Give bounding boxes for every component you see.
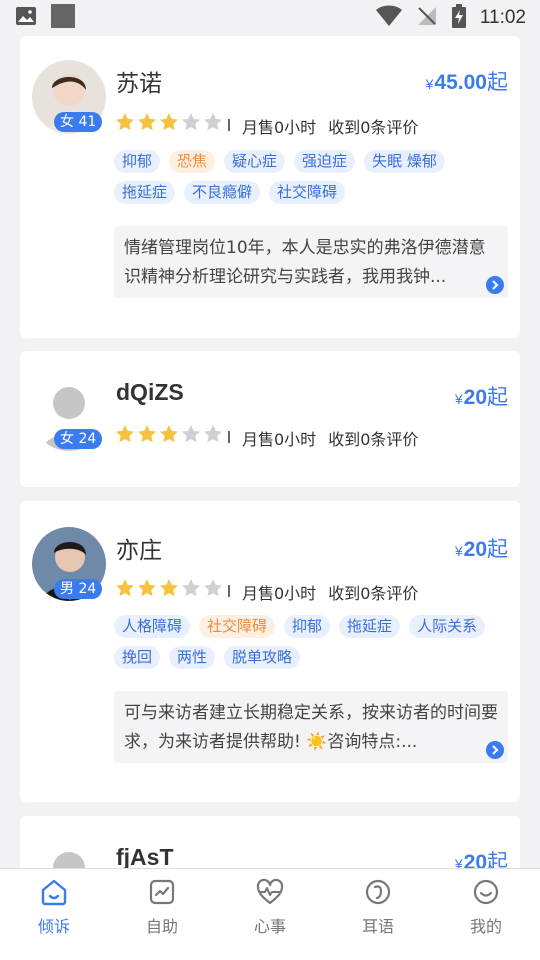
expand-icon[interactable]: [486, 741, 504, 759]
star-filled-icon: [116, 425, 134, 443]
nav-item-zizhu[interactable]: 自助: [108, 869, 216, 960]
star-filled-icon: [160, 113, 178, 131]
divider: [228, 119, 230, 131]
star-filled-icon: [116, 113, 134, 131]
price: ¥45.00起: [425, 71, 508, 94]
tag: 两性: [169, 646, 216, 669]
counselor-name: 亦庄: [116, 538, 162, 564]
home-icon: [39, 877, 69, 907]
battery-charging-icon: [451, 4, 466, 32]
counselor-card[interactable]: 男 24 亦庄 ¥20起 月售0小时 收到0条评价 人格障碍 社交障碍 抑郁 拖…: [20, 501, 520, 802]
intro-box[interactable]: 可与来访者建立长期稳定关系，按来访者的时间要求，为来访者提供帮助! ☀️咨询特点…: [114, 691, 508, 763]
star-filled-icon: [138, 113, 156, 131]
monthly-sales: 月售0小时: [242, 430, 317, 449]
ear-icon: [363, 877, 393, 907]
rating-stars: [115, 424, 223, 444]
price: ¥20起: [454, 538, 508, 561]
intro-box[interactable]: 情绪管理岗位10年，本人是忠实的弗洛伊德潜意识精神分析理论研究与实践者，我用我钟…: [114, 226, 508, 298]
stats: 月售0小时 收到0条评价: [242, 114, 418, 138]
nav-label: 心事: [253, 917, 286, 936]
tag: 社交障碍: [269, 181, 346, 204]
review-count: 收到0条评价: [328, 430, 419, 449]
tag: 挽回: [114, 646, 161, 669]
monthly-sales: 月售0小时: [242, 584, 317, 603]
star-filled-icon: [160, 425, 178, 443]
star-empty-icon: [204, 579, 222, 597]
gallery-icon: [14, 4, 38, 32]
tag-list: 人格障碍 社交障碍 抑郁 拖延症 人际关系 挽回 两性 脱单攻略: [114, 615, 494, 669]
nav-item-xinshi[interactable]: 心事: [216, 869, 324, 960]
divider: [228, 585, 230, 597]
tag: 社交障碍: [199, 615, 276, 638]
counselor-name: 苏诺: [116, 71, 162, 97]
counselor-name: fjAsT: [116, 844, 174, 870]
tag: 恐焦: [169, 150, 216, 173]
intro-text: 情绪管理岗位10年，本人是忠实的弗洛伊德潜意识精神分析理论研究与实践者，我用我钟…: [124, 238, 486, 287]
counselor-card[interactable]: 女 41 苏诺 ¥45.00起 月售0小时 收到0条评价 抑郁 恐焦 疑心症 强…: [20, 36, 520, 338]
stats: 月售0小时 收到0条评价: [242, 580, 418, 604]
bottom-nav: 倾诉 自助 心事 耳语 我的: [0, 868, 540, 960]
status-bar: 11:02: [0, 0, 540, 36]
clock: 11:02: [479, 7, 526, 28]
nav-label: 自助: [145, 917, 178, 936]
expand-icon[interactable]: [486, 276, 504, 294]
tag: 不良瘾僻: [184, 181, 261, 204]
tag: 拖延症: [114, 181, 176, 204]
nav-label: 我的: [469, 917, 502, 936]
star-filled-icon: [138, 579, 156, 597]
star-filled-icon: [116, 579, 134, 597]
star-empty-icon: [182, 113, 200, 131]
chart-icon: [147, 877, 177, 907]
tag-list: 抑郁 恐焦 疑心症 强迫症 失眠 燥郁 拖延症 不良瘾僻 社交障碍: [114, 150, 494, 204]
star-empty-icon: [182, 579, 200, 597]
divider: [228, 431, 230, 443]
intro-text: 可与来访者建立长期稳定关系，按来访者的时间要求，为来访者提供帮助! ☀️咨询特点…: [124, 703, 498, 752]
review-count: 收到0条评价: [328, 584, 419, 603]
nav-label: 耳语: [361, 917, 394, 936]
smile-icon: [471, 877, 501, 907]
monthly-sales: 月售0小时: [242, 118, 317, 137]
star-filled-icon: [138, 425, 156, 443]
tag: 疑心症: [224, 150, 286, 173]
heartbeat-icon: [255, 877, 285, 907]
tag: 失眠 燥郁: [364, 150, 445, 173]
counselor-card[interactable]: 女 24 dQiZS ¥20起 月售0小时 收到0条评价: [20, 351, 520, 487]
counselor-name: dQiZS: [116, 379, 184, 405]
tag: 抑郁: [114, 150, 161, 173]
gender-age-badge: 女 24: [54, 429, 103, 449]
rating-stars: [115, 112, 223, 132]
tag: 抑郁: [284, 615, 331, 638]
nav-item-wode[interactable]: 我的: [432, 869, 540, 960]
star-filled-icon: [160, 579, 178, 597]
rating-stars: [115, 578, 223, 598]
tag: 拖延症: [339, 615, 401, 638]
tag: 人际关系: [409, 615, 486, 638]
no-signal-icon: [416, 5, 438, 31]
gender-age-badge: 女 41: [54, 112, 103, 132]
app-notification-icon: [50, 3, 76, 33]
star-empty-icon: [204, 113, 222, 131]
nav-item-qingsu[interactable]: 倾诉: [0, 869, 108, 960]
star-empty-icon: [204, 425, 222, 443]
stats: 月售0小时 收到0条评价: [242, 426, 418, 450]
tag: 人格障碍: [114, 615, 191, 638]
gender-age-badge: 男 24: [54, 579, 103, 599]
nav-item-eryu[interactable]: 耳语: [324, 869, 432, 960]
nav-label: 倾诉: [37, 917, 70, 936]
tag: 脱单攻略: [224, 646, 301, 669]
star-empty-icon: [182, 425, 200, 443]
review-count: 收到0条评价: [328, 118, 419, 137]
wifi-icon: [375, 5, 402, 31]
tag: 强迫症: [294, 150, 356, 173]
price: ¥20起: [454, 386, 508, 409]
